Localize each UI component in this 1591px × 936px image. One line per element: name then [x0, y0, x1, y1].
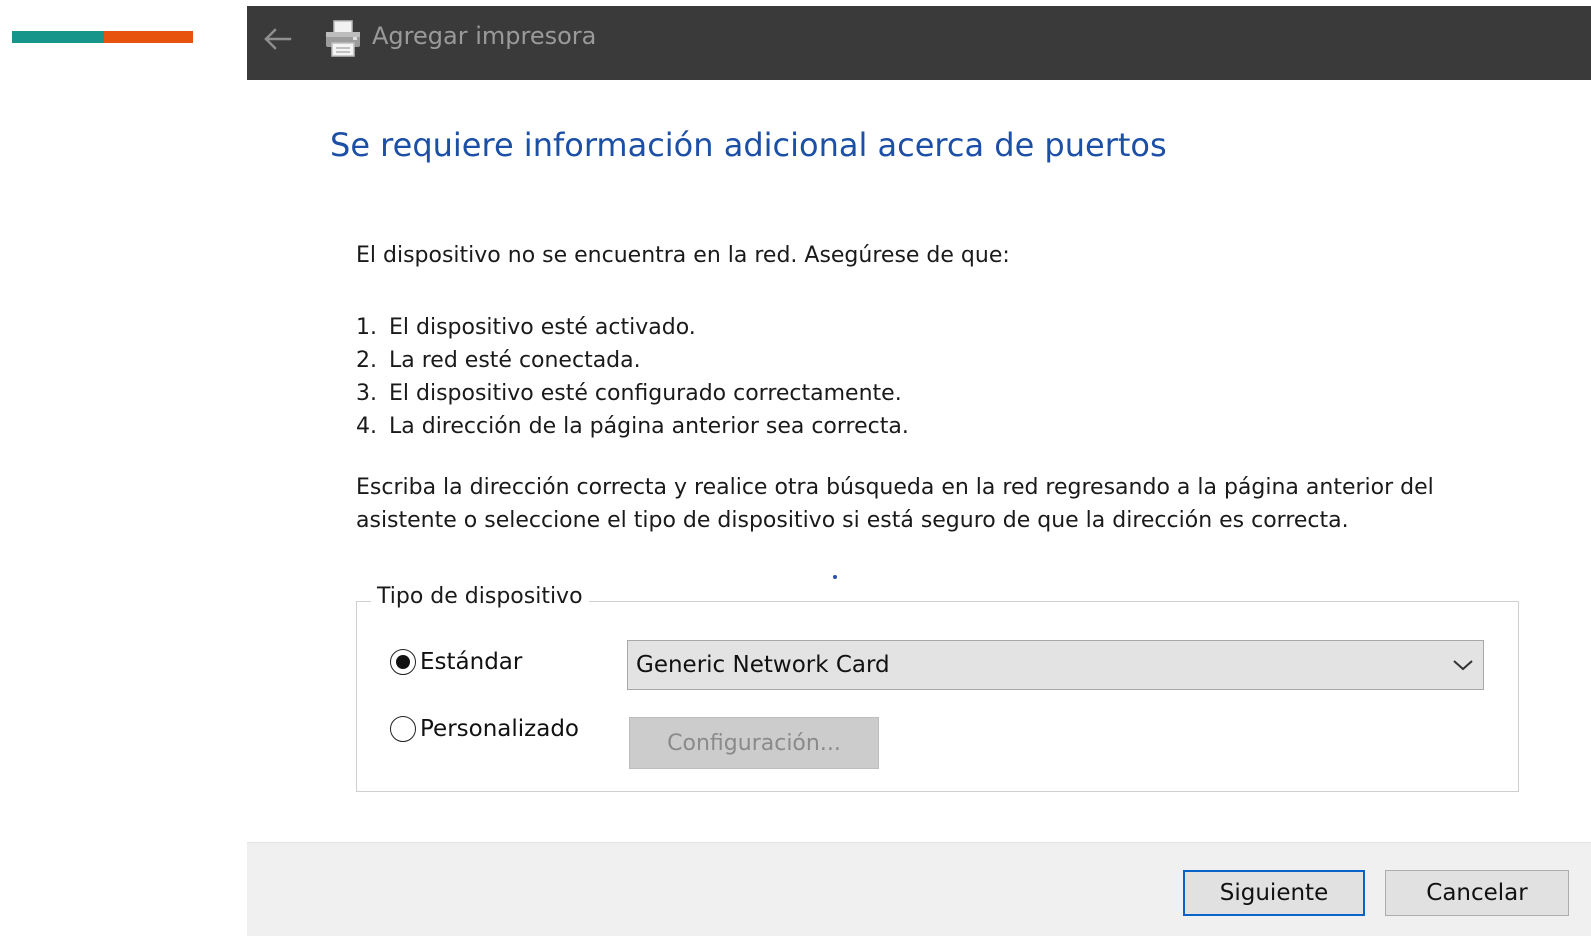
checklist: 1. El dispositivo esté activado. 2. La red… — [356, 311, 909, 443]
checklist-number: 3. — [356, 381, 377, 406]
standard-radio-label: Estándar — [420, 649, 523, 675]
checklist-number: 4. — [356, 414, 377, 439]
next-button[interactable]: Siguiente — [1183, 870, 1365, 916]
chevron-down-icon — [1443, 658, 1483, 672]
page-heading: Se requiere información adicional acerca… — [330, 126, 1167, 164]
checklist-text: El dispositivo esté activado. — [389, 315, 696, 340]
device-type-legend: Tipo de dispositivo — [371, 584, 589, 609]
dropdown-value: Generic Network Card — [636, 652, 890, 678]
title-bar: Agregar impresora — [247, 6, 1591, 80]
checklist-item: 3. El dispositivo esté configurado correc… — [356, 377, 909, 410]
accent-segment-teal — [12, 31, 104, 43]
checklist-text: El dispositivo esté configurado correcta… — [389, 381, 902, 406]
checklist-text: La red esté conectada. — [389, 348, 641, 373]
add-printer-dialog: Agregar impresora Se requiere informació… — [247, 6, 1591, 936]
accent-segment-orange — [104, 31, 193, 43]
back-button[interactable] — [255, 17, 299, 61]
checklist-item: 1. El dispositivo esté activado. — [356, 311, 909, 344]
radio-button-selected[interactable] — [390, 649, 416, 675]
back-arrow-icon — [264, 28, 292, 50]
focus-dot — [833, 575, 837, 579]
custom-radio[interactable]: Personalizado — [390, 716, 579, 742]
checklist-text: La dirección de la página anterior sea c… — [389, 414, 909, 439]
standard-radio[interactable]: Estándar — [390, 649, 522, 675]
radio-button-unselected[interactable] — [390, 716, 416, 742]
checklist-item: 2. La red esté conectada. — [356, 344, 909, 377]
radio-dot-icon — [396, 655, 410, 669]
intro-text: El dispositivo no se encuentra en la red… — [356, 243, 1010, 268]
custom-radio-label: Personalizado — [420, 716, 580, 742]
standard-device-dropdown[interactable]: Generic Network Card — [627, 640, 1484, 690]
printer-icon — [326, 20, 360, 57]
checklist-item: 4. La dirección de la página anterior sea… — [356, 410, 909, 443]
dialog-footer: Siguiente Cancelar — [247, 842, 1591, 936]
accent-bar — [12, 31, 193, 43]
cancel-button[interactable]: Cancelar — [1385, 870, 1569, 916]
device-type-group: Tipo de dispositivo Estándar Generic Net… — [356, 584, 1519, 792]
window-title: Agregar impresora — [372, 22, 597, 50]
checklist-number: 1. — [356, 315, 377, 340]
settings-button-disabled: Configuración... — [629, 717, 879, 769]
instructions-text: Escriba la dirección correcta y realice … — [356, 475, 1434, 533]
checklist-number: 2. — [356, 348, 377, 373]
